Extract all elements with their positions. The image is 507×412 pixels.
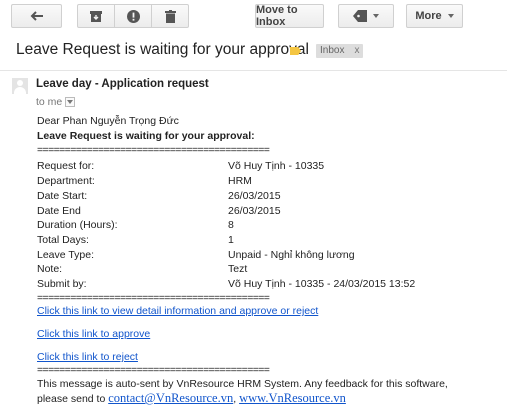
field-value: Unpaid - Nghỉ không lương bbox=[228, 249, 355, 261]
field-value: 26/03/2015 bbox=[228, 190, 281, 202]
arrow-left-icon bbox=[30, 11, 43, 21]
field-key: Submit by: bbox=[37, 278, 87, 290]
field-value: 26/03/2015 bbox=[228, 205, 281, 217]
toolbar: Move to Inbox More bbox=[0, 0, 507, 33]
field-key: Date Start: bbox=[37, 190, 88, 202]
field-key: Duration (Hours): bbox=[37, 219, 118, 231]
report-spam-icon bbox=[126, 9, 140, 23]
field-value: Võ Huy Tịnh - 10335 - 24/03/2015 13:52 bbox=[228, 278, 416, 290]
field-value: Tezt bbox=[228, 263, 248, 275]
field-key: Date End bbox=[37, 205, 81, 217]
more-button[interactable]: More bbox=[406, 4, 463, 28]
footer-text: This message is auto-sent by VnResource … bbox=[37, 378, 448, 390]
inbox-label-chip[interactable]: Inbox x bbox=[316, 44, 364, 58]
email-subject: Leave Request is waiting for your approv… bbox=[16, 41, 309, 58]
chevron-down-icon bbox=[447, 14, 454, 18]
separator: ========================================… bbox=[37, 144, 270, 156]
view-detail-link[interactable]: Click this link to view detail informati… bbox=[37, 305, 318, 317]
greeting: Dear Phan Nguyễn Trọng Đức bbox=[37, 115, 179, 127]
recipient-text: to me bbox=[36, 96, 63, 108]
field-value: 8 bbox=[228, 219, 234, 231]
field-key: Department: bbox=[37, 175, 95, 187]
field-value: Võ Huy Tịnh - 10335 bbox=[228, 160, 325, 172]
field-key: Request for: bbox=[37, 160, 95, 172]
archive-button[interactable] bbox=[77, 4, 115, 28]
move-to-inbox-button[interactable]: Move to Inbox bbox=[255, 4, 324, 28]
website-link[interactable]: www.VnResource.vn bbox=[239, 391, 346, 405]
divider bbox=[0, 70, 507, 71]
show-details-dropdown[interactable] bbox=[65, 97, 76, 108]
chevron-down-icon bbox=[373, 14, 379, 18]
label-tag-icon bbox=[353, 10, 367, 22]
field-key: Total Days: bbox=[37, 234, 89, 246]
labels-button[interactable] bbox=[338, 4, 394, 28]
field-key: Leave Type: bbox=[37, 249, 95, 261]
back-button[interactable] bbox=[11, 4, 62, 28]
inbox-label-text: Inbox bbox=[320, 45, 345, 56]
report-spam-button[interactable] bbox=[114, 4, 152, 28]
trash-icon bbox=[164, 9, 176, 23]
move-to-inbox-label: Move to Inbox bbox=[256, 4, 298, 28]
field-value: HRM bbox=[228, 175, 252, 187]
footer-prefix: please send to bbox=[37, 393, 109, 405]
separator: ========================================… bbox=[37, 364, 270, 376]
body-headline: Leave Request is waiting for your approv… bbox=[37, 130, 255, 142]
delete-button[interactable] bbox=[151, 4, 189, 28]
contact-email-link[interactable]: contact@VnResource.vn bbox=[108, 391, 233, 405]
avatar bbox=[12, 78, 28, 94]
field-value: 1 bbox=[228, 234, 234, 246]
more-label: More bbox=[415, 10, 442, 22]
footer-contact-line: please send to contact@VnResource.vn, ww… bbox=[37, 391, 346, 406]
recipient-line: to me bbox=[36, 96, 76, 108]
approve-link[interactable]: Click this link to approve bbox=[37, 328, 150, 340]
field-key: Note: bbox=[37, 263, 63, 275]
sender-name[interactable]: Leave day - Application request bbox=[36, 78, 209, 90]
separator: ========================================… bbox=[37, 292, 270, 304]
reject-link[interactable]: Click this link to reject bbox=[37, 351, 138, 363]
remove-label-icon[interactable]: x bbox=[354, 45, 359, 56]
archive-icon bbox=[90, 11, 102, 22]
